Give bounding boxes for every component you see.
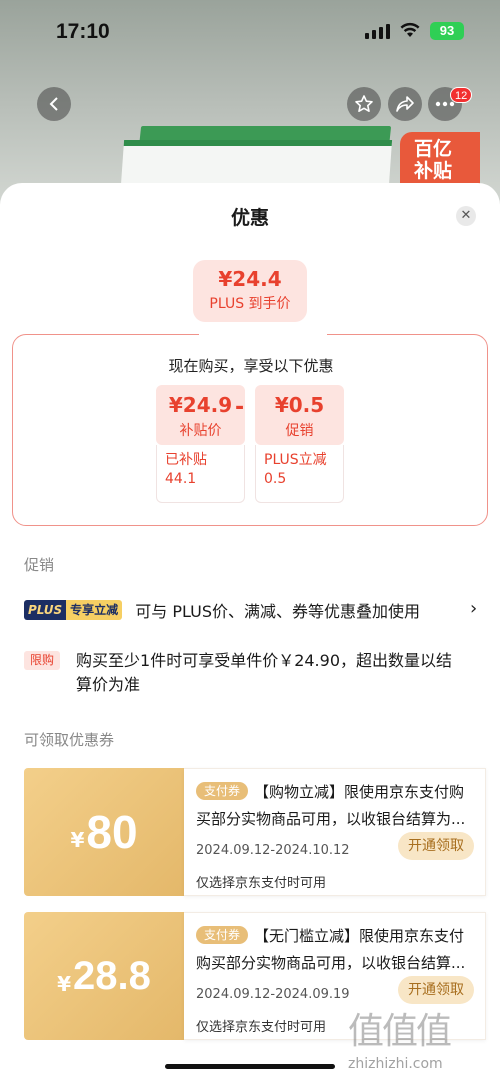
watermark-site: zhizhizhi.com xyxy=(348,1056,443,1072)
chip-detail: PLUS立减 0.5 xyxy=(255,445,344,503)
coupon-detail-panel: 支付券 【购物立减】限使用京东支付购买部分实物商品可用，以收银台结算为... 20… xyxy=(184,768,486,896)
activate-claim-button[interactable]: 开通领取 xyxy=(398,832,474,860)
coupon-currency: ¥ xyxy=(70,828,85,852)
close-icon: ✕ xyxy=(460,208,472,223)
chip-amount: ¥0.5 xyxy=(274,393,325,417)
final-price-label: PLUS 到手价 xyxy=(209,296,291,312)
payment-coupon-tag: 支付券 xyxy=(196,782,249,800)
final-price-amount: ¥24.4 xyxy=(218,267,282,291)
coupon-title: 支付券 【无门槛立减】限使用京东支付购买部分实物商品可用，以收银台结算... xyxy=(196,926,466,972)
promo-section-label: 促销 xyxy=(24,556,55,574)
coupon-section-label: 可领取优惠券 xyxy=(24,731,115,749)
watermark-glyphs: 值值值 xyxy=(348,1011,452,1052)
chip-detail: 已补贴 44.1 xyxy=(156,445,245,503)
discount-summary-card: 现在购买，享受以下优惠 ¥24.9 补贴价 已补贴 44.1 - ¥0.5 促销… xyxy=(12,325,488,526)
plus-promo-text: 可与 PLUS价、满减、券等优惠叠加使用 xyxy=(135,602,421,621)
coupon-validity-date: 2024.09.12-2024.09.19 xyxy=(196,987,350,1002)
coupon-value: 80 xyxy=(86,806,138,858)
limit-tag: 限购 xyxy=(24,651,61,670)
cellular-signal-icon xyxy=(365,24,390,39)
star-icon xyxy=(355,95,373,112)
coupon-title: 支付券 【购物立减】限使用京东支付购买部分实物商品可用，以收银台结算为... xyxy=(196,782,466,828)
minus-sign: - xyxy=(235,395,245,420)
status-bar: 17:10 93 xyxy=(0,0,500,60)
back-button[interactable] xyxy=(37,87,71,121)
plus-exclusive-tag: PLUS 专享立减 xyxy=(24,600,123,620)
site-watermark: 值值值 zhizhizhi.com xyxy=(348,1002,498,1080)
activate-claim-button[interactable]: 开通领取 xyxy=(398,976,474,1004)
limit-promo-row: 限购 购买至少1件时可享受单件价￥24.90，超出数量以结算价为准 xyxy=(24,649,484,697)
close-button[interactable]: ✕ xyxy=(456,206,476,226)
payment-coupon-tag: 支付券 xyxy=(196,926,249,944)
coupon-currency: ¥ xyxy=(57,972,72,996)
battery-icon: 93 xyxy=(430,22,464,40)
coupon-value-panel: ¥ 28.8 xyxy=(24,912,184,1040)
plus-promo-row[interactable]: PLUS 专享立减 可与 PLUS价、满减、券等优惠叠加使用 xyxy=(24,598,484,622)
chevron-left-icon xyxy=(49,97,58,111)
home-indicator[interactable] xyxy=(165,1064,335,1069)
coupon-card: ¥ 80 支付券 【购物立减】限使用京东支付购买部分实物商品可用，以收银台结算为.… xyxy=(24,768,486,896)
share-icon xyxy=(396,96,414,112)
sheet-title: 优惠 xyxy=(230,207,269,229)
discount-sheet: 优惠 ✕ ¥24.4 PLUS 到手价 现在购买，享受以下优惠 ¥24.9 补贴… xyxy=(0,183,500,1082)
more-icon xyxy=(435,101,455,107)
chip-label: 补贴价 xyxy=(179,423,222,439)
coupon-note: 仅选择京东支付时可用 xyxy=(196,1020,327,1035)
coupon-note: 仅选择京东支付时可用 xyxy=(196,876,327,891)
final-price-badge: ¥24.4 PLUS 到手价 xyxy=(193,260,307,322)
status-time: 17:10 xyxy=(56,20,110,43)
coupon-value-panel: ¥ 80 xyxy=(24,768,184,896)
chip-label: 促销 xyxy=(285,423,314,439)
favorite-button[interactable] xyxy=(347,87,381,121)
coupon-validity-date: 2024.09.12-2024.10.12 xyxy=(196,843,350,858)
promotion-chip: ¥0.5 促销 xyxy=(255,385,344,445)
limit-promo-text: 购买至少1件时可享受单件价￥24.90，超出数量以结算价为准 xyxy=(76,651,453,694)
coupon-value: 28.8 xyxy=(73,953,151,998)
subsidy-price-chip: ¥24.9 补贴价 xyxy=(156,385,245,445)
chip-amount: ¥24.9 xyxy=(168,393,233,417)
notification-badge: 12 xyxy=(450,87,473,103)
wifi-icon xyxy=(400,22,420,37)
summary-title: 现在购买，享受以下优惠 xyxy=(168,357,334,375)
share-button[interactable] xyxy=(388,87,422,121)
chevron-right-icon[interactable]: › xyxy=(470,598,477,619)
